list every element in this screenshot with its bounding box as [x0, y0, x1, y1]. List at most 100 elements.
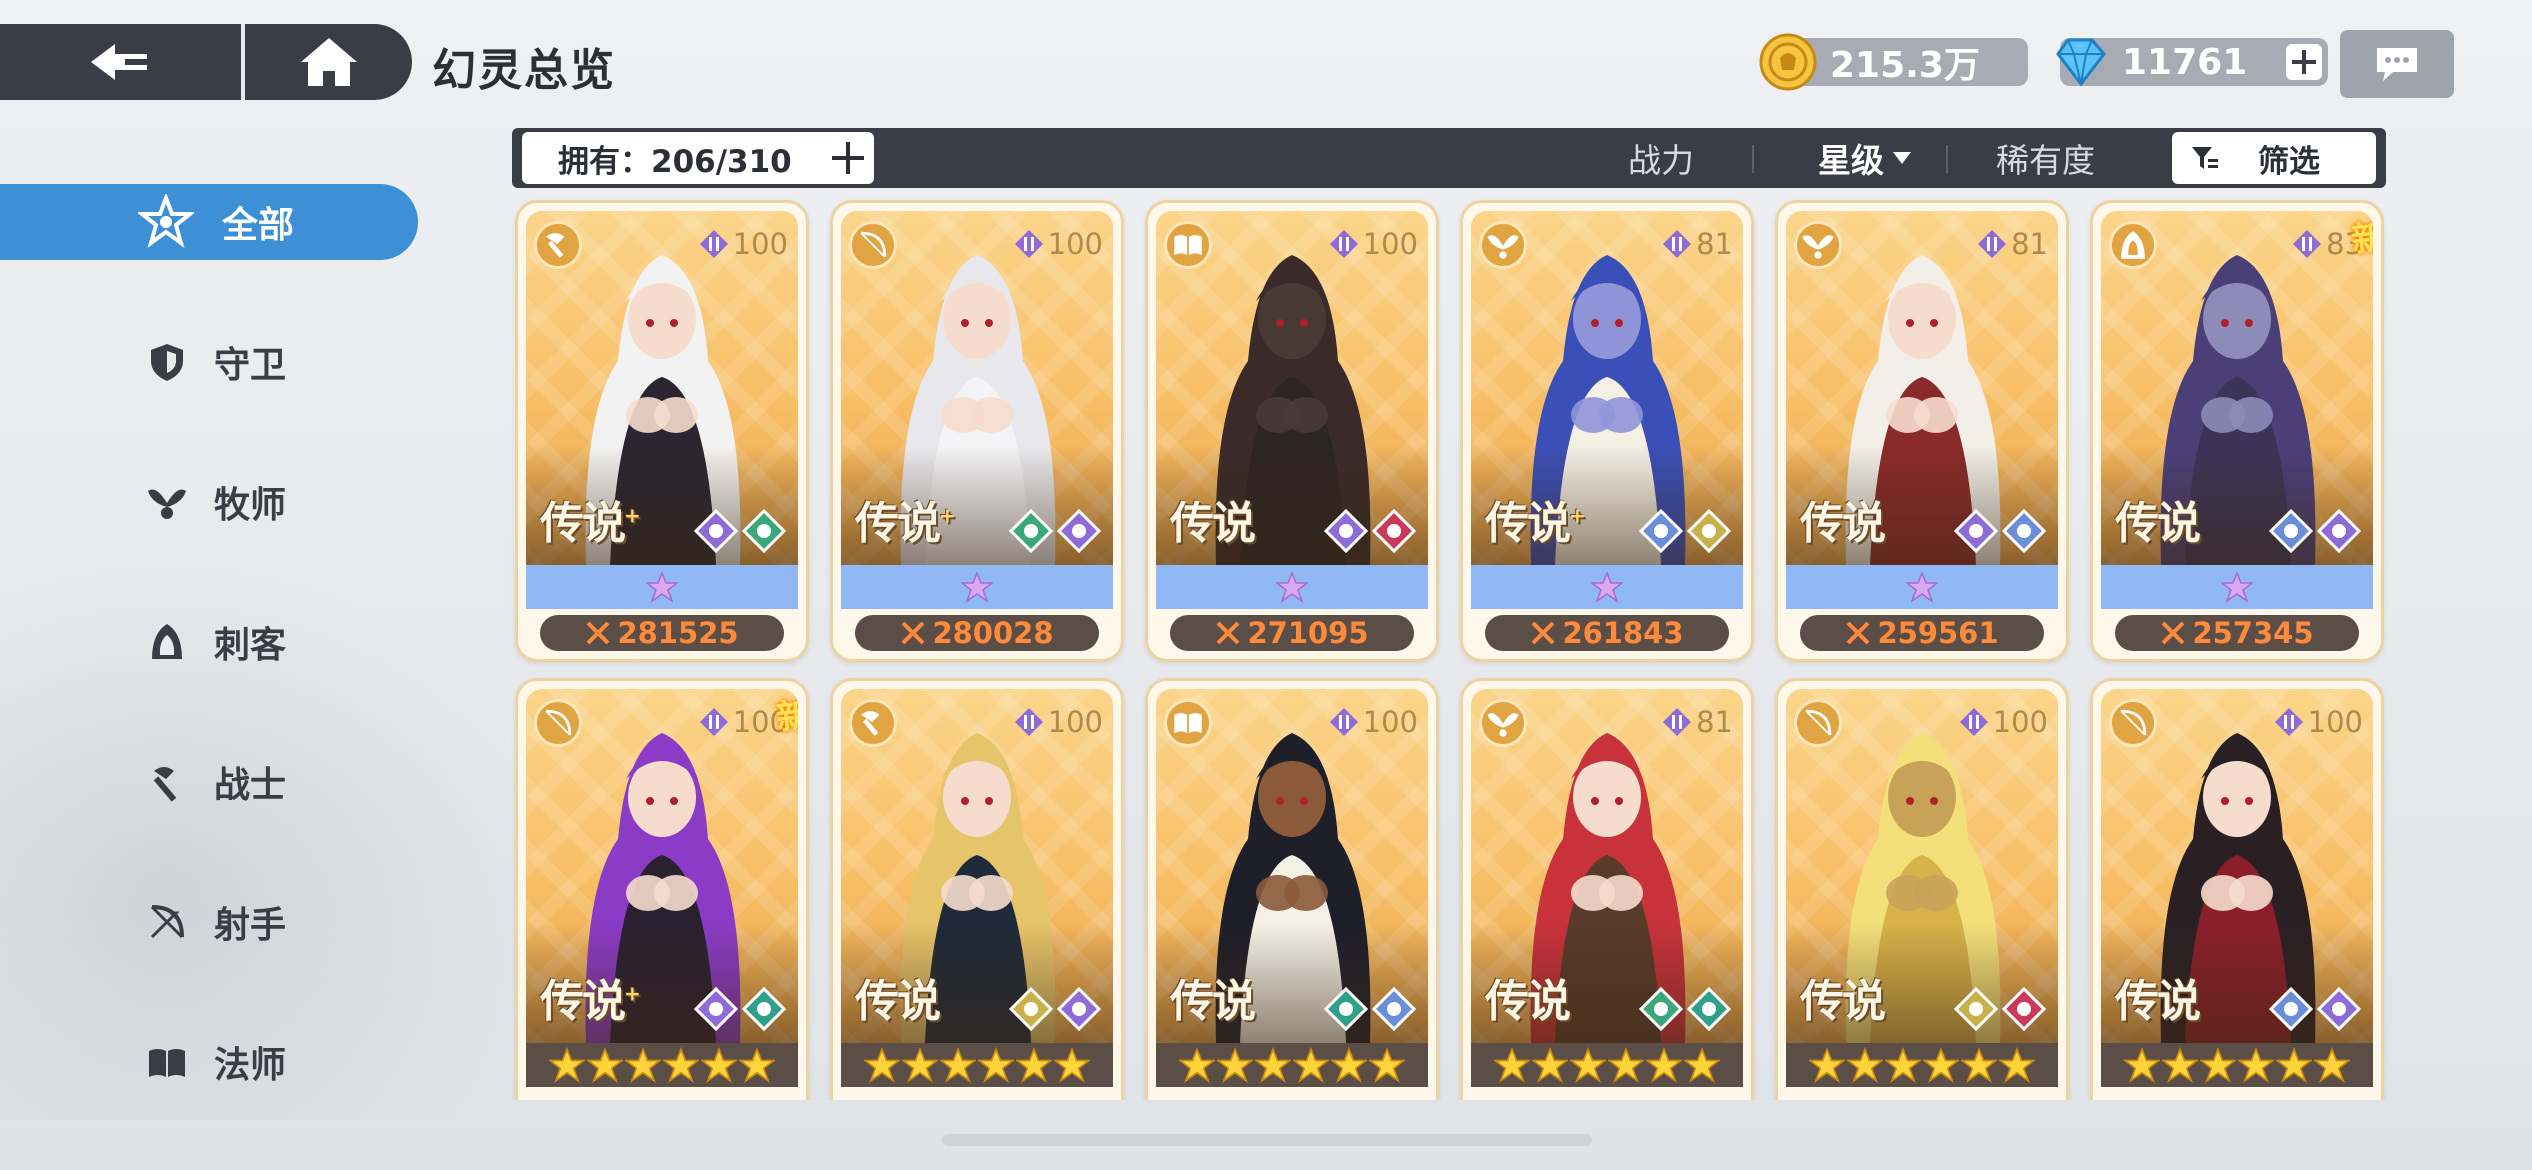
rank-icon	[699, 230, 728, 258]
rarity-label: 传说+	[855, 498, 956, 549]
star-icon	[2276, 1047, 2312, 1083]
sidebar-item-label: 刺客	[214, 625, 287, 666]
combat-power: 280028	[855, 615, 1099, 651]
rarity-label: 传说+	[540, 498, 641, 549]
expand-slots-icon	[832, 142, 864, 174]
star-icon	[1016, 1047, 1052, 1083]
combat-power: 259561	[1800, 615, 2044, 651]
sidebar-item-all[interactable]: 全部	[0, 184, 418, 260]
element-icon	[2317, 509, 2361, 553]
bow-icon	[150, 905, 184, 939]
sidebar-item-warrior[interactable]: 战士	[0, 744, 418, 820]
star-icon	[663, 1047, 699, 1083]
hero-card[interactable]: 100 传说+ 280028	[830, 200, 1124, 662]
rarity-label: 传说	[1170, 498, 1256, 549]
rank-icon	[699, 708, 728, 736]
hero-card[interactable]: 100 传说 271095	[1145, 200, 1439, 662]
hero-card[interactable]: 83 新传说 257345	[2090, 200, 2384, 662]
sidebar-item-archer[interactable]: 射手	[0, 884, 418, 960]
rank-icon	[2274, 708, 2303, 736]
home-button[interactable]	[245, 24, 412, 100]
hero-portrait: 100 传说	[1156, 211, 1428, 565]
gold-amount: 215.3万	[1830, 45, 1980, 86]
sidebar-item-mage[interactable]: 法师	[0, 1024, 418, 1100]
chat-button[interactable]	[2340, 30, 2454, 98]
star-icon	[1608, 1047, 1644, 1083]
sidebar-item-priest[interactable]: 牧师	[0, 464, 418, 540]
crossed-swords-icon	[587, 621, 610, 645]
star-icon	[1847, 1047, 1883, 1083]
owned-count[interactable]: 拥有：206/310	[522, 132, 874, 184]
add-gems-button[interactable]	[2286, 44, 2322, 80]
star-icon	[1494, 1047, 1530, 1083]
hero-card[interactable]: 81 传说 259561	[1775, 200, 2069, 662]
combat-power: 261843	[1485, 615, 1729, 651]
star-icon	[1885, 1047, 1921, 1083]
element-icon	[1057, 509, 1101, 553]
scroll-indicator[interactable]	[942, 1134, 1592, 1146]
filter-button[interactable]: 筛选	[2172, 132, 2376, 184]
element-icon	[1954, 987, 1998, 1031]
combat-power: 281525	[540, 615, 784, 651]
hero-portrait: 100 传说	[1156, 689, 1428, 1043]
sort-stars[interactable]: 星级	[1818, 128, 1914, 188]
rank-icon	[1014, 230, 1043, 258]
axe-class-icon	[534, 221, 582, 269]
hero-card[interactable]: 100 传说+ 281525	[515, 200, 809, 662]
element-icon	[1372, 987, 1416, 1031]
element-icon	[2317, 987, 2361, 1031]
element-icon	[2269, 509, 2313, 553]
gem-currency[interactable]: 11761	[2056, 38, 2328, 87]
star-icon	[1809, 1047, 1845, 1083]
sort-rarity[interactable]: 稀有度	[1996, 128, 2095, 188]
hero-level: 100	[1329, 705, 1418, 739]
axe-class-icon	[849, 699, 897, 747]
hero-card[interactable]: 100 新传说+	[515, 678, 809, 1100]
hero-level: 100	[1329, 227, 1418, 261]
bow-class-icon	[534, 699, 582, 747]
rarity-label: 传说	[1485, 976, 1571, 1027]
hero-portrait: 100 传说+	[526, 211, 798, 565]
wings-class-icon	[1794, 221, 1842, 269]
element-icon	[1639, 987, 1683, 1031]
gold-currency[interactable]: 215.3万	[1759, 33, 2028, 91]
element-icon	[1324, 509, 1368, 553]
filter-bar: 拥有：206/310 战力 星级 稀有度 筛选	[512, 128, 2386, 188]
owned-count-label: 拥有：206/310	[558, 143, 792, 180]
sidebar-item-label: 守卫	[214, 345, 287, 386]
sort-power[interactable]: 战力	[1628, 128, 1694, 188]
star-icon	[1684, 1047, 1720, 1083]
element-icon	[2269, 987, 2313, 1031]
star-icon	[1331, 1047, 1367, 1083]
hero-level: 81	[1977, 227, 2048, 261]
sidebar-item-label: 全部	[222, 205, 295, 246]
gold-coin-icon	[1759, 33, 1817, 91]
dropdown-arrow-icon	[1893, 152, 1911, 164]
hero-card[interactable]: 100 传说	[1145, 678, 1439, 1100]
star-icon	[549, 1047, 585, 1083]
hero-card[interactable]: 100 传说	[830, 678, 1124, 1100]
filter-button-label: 筛选	[2258, 143, 2320, 180]
hero-card[interactable]: 81 传说+ 261843	[1460, 200, 1754, 662]
hood-icon	[152, 624, 182, 659]
sidebar-item-guardian[interactable]: 守卫	[0, 324, 418, 400]
hero-card[interactable]: 100 传说	[1775, 678, 2069, 1100]
star-icon	[1293, 1047, 1329, 1083]
rarity-label: 传说	[1800, 498, 1886, 549]
nav-pill	[0, 24, 412, 100]
back-button[interactable]	[0, 24, 245, 100]
star-strip	[1786, 1043, 2058, 1087]
star-icon	[1570, 1047, 1606, 1083]
star-icon	[1591, 571, 1623, 603]
combat-power: 271095	[1170, 615, 1414, 651]
sidebar-item-assassin[interactable]: 刺客	[0, 604, 418, 680]
element-icon	[1009, 509, 1053, 553]
star-strip	[1156, 565, 1428, 609]
element-icon	[2002, 987, 2046, 1031]
element-icon	[1057, 987, 1101, 1031]
hero-card[interactable]: 100 传说	[2090, 678, 2384, 1100]
hero-card[interactable]: 81 传说	[1460, 678, 1754, 1100]
crossed-swords-icon	[902, 621, 925, 645]
star-icon	[1906, 571, 1938, 603]
star-strip	[841, 1043, 1113, 1087]
